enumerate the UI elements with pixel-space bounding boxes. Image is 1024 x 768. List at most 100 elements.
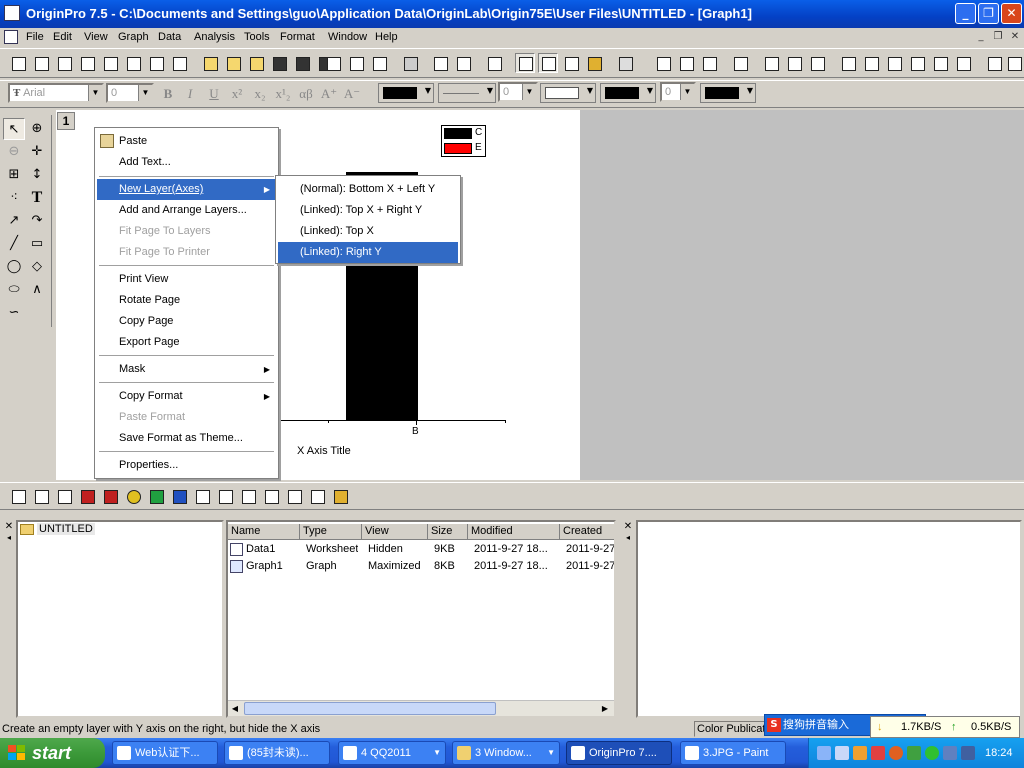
import-multiple-icon[interactable] [346,53,366,73]
whole-page-icon[interactable] [699,53,719,73]
new-project-icon[interactable] [8,53,28,73]
pie-chart-icon[interactable] [123,486,143,506]
column-header-view[interactable]: View [362,524,428,540]
right-y-axis-icon[interactable] [884,53,904,73]
data-reader-icon[interactable]: ↕ [26,164,48,186]
data-selector-icon[interactable]: ⊞ [3,164,25,186]
menu-item-add-arrange-layers[interactable]: Add and Arrange Layers... [97,200,276,221]
bar-chart-icon[interactable] [77,486,97,506]
folder-tree[interactable]: UNTITLED [16,520,224,718]
increase-font-button[interactable]: A⁺ [319,84,339,104]
pointer-icon[interactable]: ↖ [3,118,25,140]
start-button[interactable]: start [0,738,105,768]
menu-help[interactable]: Help [375,28,398,47]
column-header-type[interactable]: Type [300,524,362,540]
menu-analysis[interactable]: Analysis [194,28,235,47]
greek-button[interactable]: αβ [296,84,316,104]
tray-update-icon[interactable] [925,746,939,760]
layer-icon[interactable] [761,53,781,73]
box-axes-icon[interactable] [907,53,927,73]
menu-graph[interactable]: Graph [118,28,149,47]
column-header-name[interactable]: Name [228,524,300,540]
close-button[interactable]: ✕ [1001,3,1022,24]
superscript-button[interactable]: x² [227,84,247,104]
pin-icon[interactable]: ◂ [3,533,15,545]
tray-qq-icon[interactable] [853,746,867,760]
submenu-linked-top-x-right-y[interactable]: (Linked): Top X + Right Y [278,200,458,221]
zoom-icon[interactable]: ⊕ [26,118,48,140]
print-icon[interactable] [400,53,420,73]
zoom-out-icon[interactable] [676,53,696,73]
scrollbar-thumb[interactable] [244,702,496,715]
line-width-select[interactable]: 0 ▼ [498,82,538,102]
taskbar-item-windows-explorer[interactable]: 3 Window... ▼ [452,741,560,765]
polar-plot-icon[interactable] [169,486,189,506]
new-notes-icon[interactable] [169,53,189,73]
area-plot-icon[interactable] [146,486,166,506]
open-icon[interactable] [200,53,220,73]
menu-item-mask[interactable]: Mask ▶ [97,359,276,380]
minimize-button[interactable]: _ [955,3,976,24]
horizontal-scrollbar[interactable]: ◀ ▶ [228,700,614,716]
menu-tools[interactable]: Tools [244,28,270,47]
vector-plot-icon[interactable] [261,486,281,506]
close-icon[interactable]: ✕ [622,521,634,533]
chevron-down-icon[interactable]: ▼ [522,84,536,100]
import-thermo-icon[interactable] [369,53,389,73]
text-tool-icon[interactable]: T [26,187,48,209]
curved-arrow-icon[interactable]: ↷ [26,210,48,232]
submenu-normal-bottom-x-left-y[interactable]: (Normal): Bottom X + Left Y [278,179,458,200]
mdi-close-icon[interactable]: ✕ [1008,30,1022,44]
x-axis-title[interactable]: X Axis Title [297,445,351,457]
menu-format[interactable]: Format [280,28,315,47]
rectangle-tool-icon[interactable]: ▭ [26,233,48,255]
menu-item-save-format-theme[interactable]: Save Format as Theme... [97,428,276,449]
origin-app-icon[interactable] [4,5,20,21]
polyline-tool-icon[interactable]: ∧ [26,279,48,301]
taskbar-item-mail[interactable]: (85封未读)... [224,741,330,765]
menu-edit[interactable]: Edit [53,28,72,47]
pattern-color-select[interactable]: ▼ [700,83,756,103]
right-y-layer-icon[interactable] [953,53,973,73]
column-header-modified[interactable]: Modified [468,524,560,540]
menu-file[interactable]: File [26,28,44,47]
chevron-down-icon[interactable]: ▼ [680,84,694,100]
submenu-linked-top-x[interactable]: (Linked): Top X [278,221,458,242]
font-size-select[interactable]: 0 ▼ [106,83,154,103]
column-chart-icon[interactable] [100,486,120,506]
arrow-tool-icon[interactable]: ↗ [3,210,25,232]
code-builder-icon[interactable] [561,53,581,73]
add-data-icon[interactable] [615,53,635,73]
italic-button[interactable]: I [180,84,200,104]
font-select[interactable]: Ŧ Arial ▼ [8,83,104,103]
graph-window-icon[interactable] [4,30,18,44]
freehand-tool-icon[interactable]: ∽ [3,302,25,324]
refresh-icon[interactable] [453,53,473,73]
line-style-select[interactable]: ▼ [438,83,496,103]
menu-window[interactable]: Window [328,28,367,47]
tray-monitor-icon[interactable] [961,746,975,760]
open-excel-icon[interactable] [246,53,266,73]
duplicate-icon[interactable] [430,53,450,73]
column-header-size[interactable]: Size [428,524,468,540]
align-more-icon[interactable] [1004,53,1024,73]
script-window-icon[interactable] [538,53,558,73]
new-excel-icon[interactable] [54,53,74,73]
pin-icon[interactable]: ◂ [622,533,634,545]
submenu-linked-right-y[interactable]: (Linked): Right Y [278,242,458,263]
draw-data-icon[interactable]: ⁖ [3,187,25,209]
scroll-right-icon[interactable]: ▶ [598,701,612,716]
ternary-plot-icon[interactable] [215,486,235,506]
table-row[interactable]: Graph1 Graph Maximized 8KB 2011-9-27 18.… [228,558,614,575]
column-header-created[interactable]: Created [560,524,614,540]
new-graph-icon[interactable] [77,53,97,73]
tray-network-icon[interactable] [817,746,831,760]
line-symbol-plot-icon[interactable] [54,486,74,506]
subscript-button[interactable]: x₂ [250,84,270,104]
smith-chart-icon[interactable] [238,486,258,506]
taskbar-item-paint[interactable]: 3.JPG - Paint [680,741,786,765]
polygon-tool-icon[interactable]: ◇ [26,256,48,278]
line-tool-icon[interactable]: ╱ [3,233,25,255]
folder-untitled[interactable]: UNTITLED [37,523,95,535]
results-log[interactable] [636,520,1022,718]
